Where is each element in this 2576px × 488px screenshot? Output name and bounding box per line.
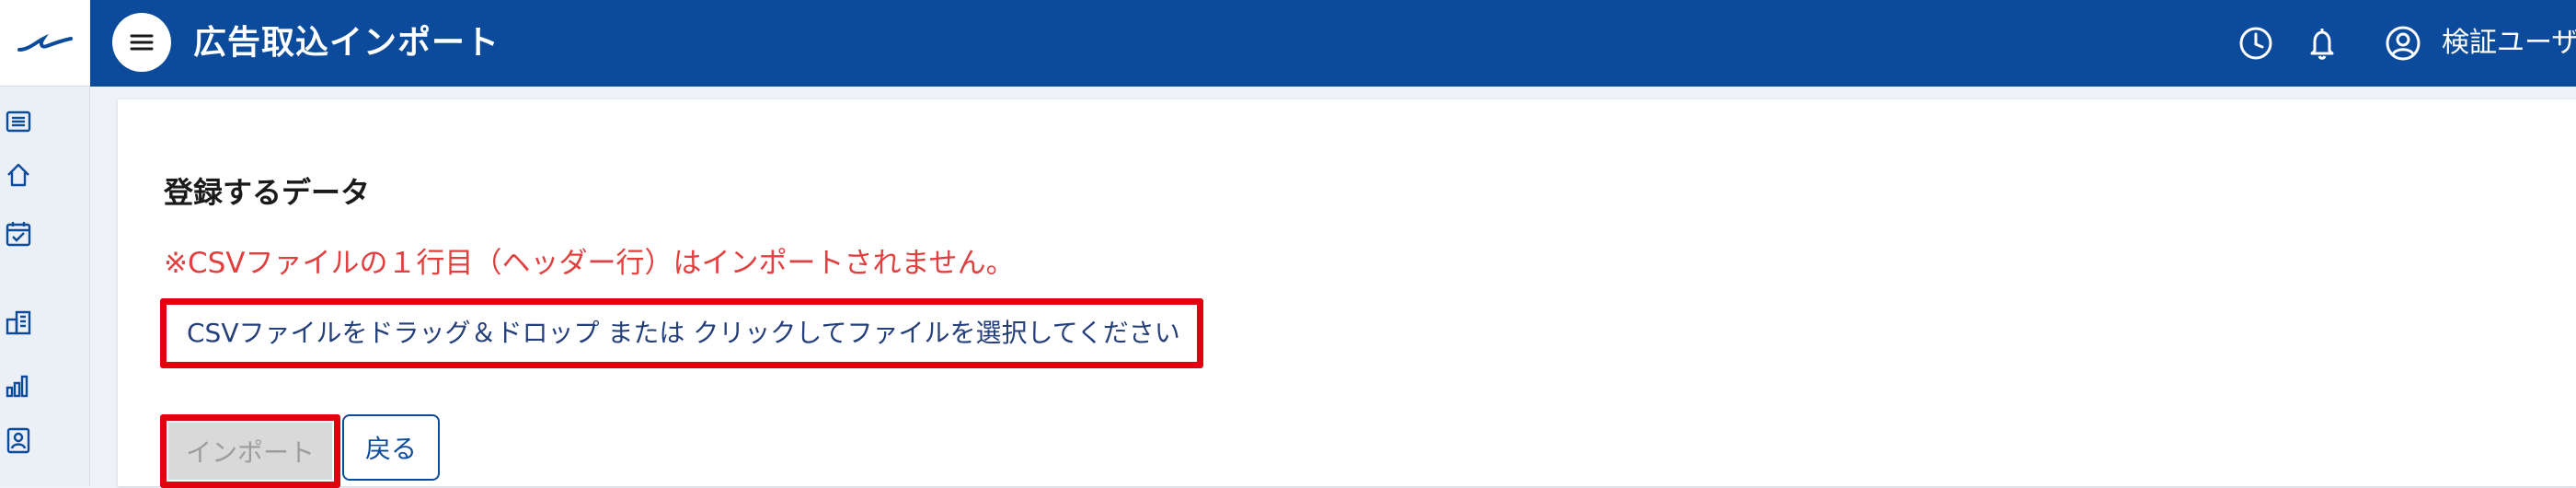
logo-icon	[17, 33, 73, 52]
bar-chart-icon[interactable]	[0, 366, 37, 403]
app-header: 広告取込インポート 検証ユーザー	[90, 0, 2576, 87]
calendar-check-icon[interactable]	[0, 215, 37, 252]
account-icon[interactable]	[2381, 21, 2425, 65]
bell-icon[interactable]	[2300, 21, 2344, 65]
building-icon[interactable]	[0, 304, 37, 341]
home-icon[interactable]	[0, 157, 37, 193]
history-icon[interactable]	[2234, 21, 2278, 65]
hamburger-icon	[130, 34, 154, 51]
left-rail	[0, 0, 90, 486]
back-button[interactable]: 戻る	[342, 414, 440, 481]
import-button[interactable]: インポート	[168, 423, 332, 480]
user-name[interactable]: 検証ユーザー	[2442, 0, 2576, 87]
import-button-highlight: インポート	[160, 414, 340, 488]
menu-button[interactable]	[112, 13, 171, 72]
import-form-card: 登録するデータ ※CSVファイルの１行目（ヘッダー行）はインポートされません。 …	[118, 99, 2576, 488]
csv-dropzone[interactable]: CSVファイルをドラッグ＆ドロップ または クリックしてファイルを選択してくださ…	[160, 298, 1203, 368]
contact-card-icon[interactable]	[0, 422, 37, 459]
header-row-warning: ※CSVファイルの１行目（ヘッダー行）はインポートされません。	[164, 247, 1015, 280]
page-title: 広告取込インポート	[193, 24, 500, 62]
list-icon[interactable]	[0, 103, 37, 140]
section-title: 登録するデータ	[164, 175, 371, 210]
app-logo[interactable]	[0, 0, 90, 87]
